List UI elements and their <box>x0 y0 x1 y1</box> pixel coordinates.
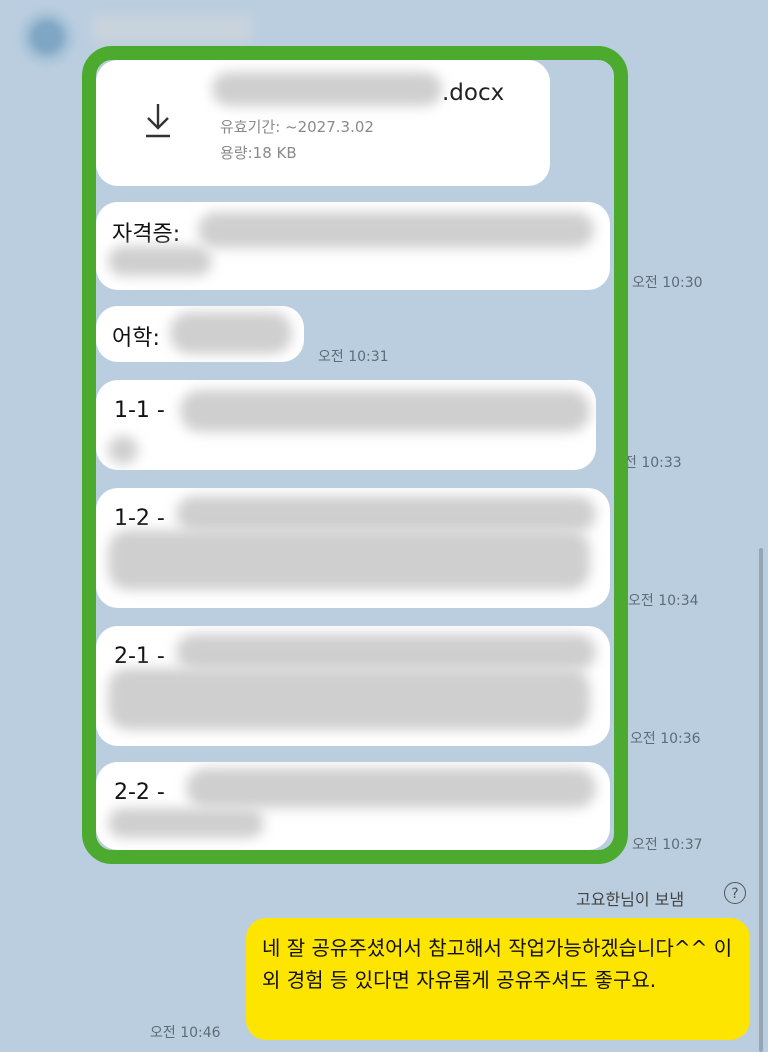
message-time: 오전 10:36 <box>630 731 701 747</box>
highlight-frame <box>82 46 628 864</box>
message-time: 전 10:33 <box>624 455 682 471</box>
my-message-bubble[interactable]: 네 잘 공유주셨어서 참고해서 작업가능하겠습니다^^ 이외 경험 등 있다면 … <box>246 918 750 1040</box>
message-time: 오전 10:46 <box>150 1025 221 1041</box>
message-time: 오전 10:34 <box>628 593 699 609</box>
message-time: 오전 10:37 <box>632 837 703 853</box>
scrollbar[interactable] <box>759 548 763 1052</box>
sender-name-redacted <box>92 14 252 44</box>
avatar[interactable] <box>18 8 76 66</box>
help-icon[interactable]: ? <box>724 882 746 904</box>
sent-by-label: 고요한님이 보냄 <box>576 890 685 909</box>
message-time: 오전 10:30 <box>632 275 703 291</box>
